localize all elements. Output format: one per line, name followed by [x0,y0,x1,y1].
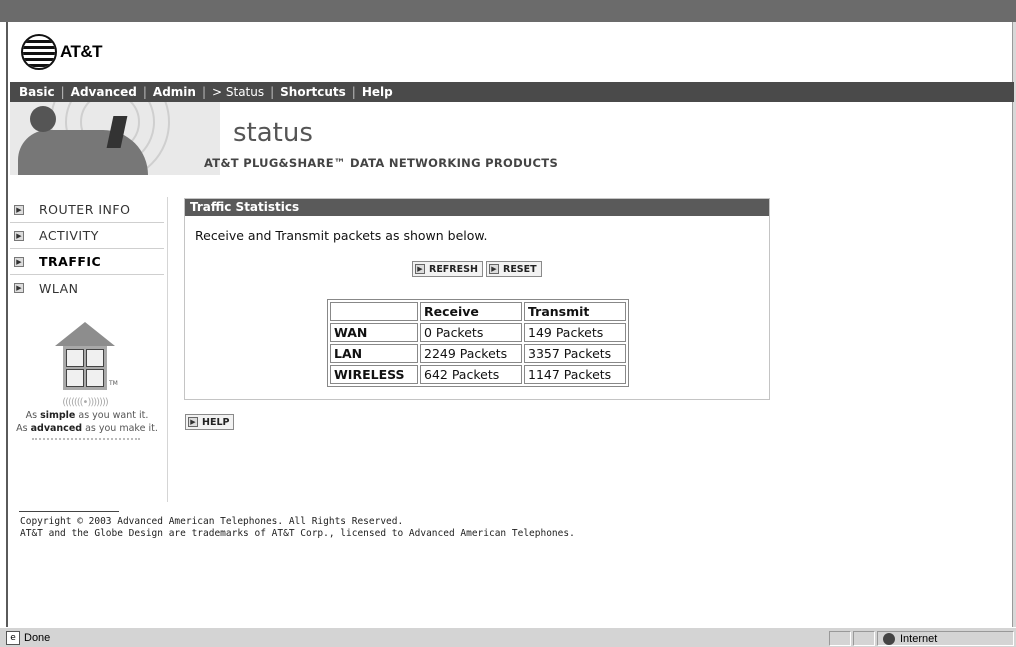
column-header: Transmit [524,302,626,321]
help-button[interactable]: ▶ HELP [185,414,235,430]
column-header: Receive [420,302,522,321]
internet-globe-icon [883,633,895,645]
reset-button[interactable]: ▶ RESET [486,261,542,277]
arrow-right-icon: ▶ [14,204,24,215]
panel-header: Traffic Statistics [185,199,769,216]
arrow-right-icon: ▶ [14,283,24,293]
sidebar-item-label: ACTIVITY [39,228,99,243]
status-text: Done [24,631,51,644]
sidebar-item-label: WLAN [39,280,79,296]
sidebar: ▶ ROUTER INFO ▶ ACTIVITY ▶ TRAFFIC ▶ WLA… [10,197,164,301]
nav-separator: | [142,85,147,99]
transmit-value: 149 Packets [524,323,626,342]
page-icon: e [6,630,20,645]
window-frame-left [0,22,8,627]
traffic-table: Receive Transmit WAN 0 Packets 149 Packe… [327,299,629,387]
table-header-row: Receive Transmit [330,302,626,321]
arrow-right-icon: ▶ [14,256,24,267]
nav-help[interactable]: Help [362,85,393,99]
logo-text: AT&T [60,42,103,61]
column-header [330,302,418,321]
receive-value: 642 Packets [420,365,522,384]
browser-status-bar: e Done Internet [0,627,1016,647]
tagline-simple: As simple as you want it. [25,410,149,421]
nav-separator: | [270,85,275,99]
decorative-dots [32,438,140,440]
row-label: WIRELESS [330,365,418,384]
arrow-right-icon: ▶ [489,264,499,274]
trademark-text: AT&T and the Globe Design are trademarks… [20,528,575,539]
refresh-button[interactable]: ▶ REFRESH [412,261,483,277]
table-row: WIRELESS 642 Packets 1147 Packets [330,365,626,384]
table-row: LAN 2249 Packets 3357 Packets [330,344,626,363]
nav-shortcuts[interactable]: Shortcuts [280,85,346,99]
att-logo: AT&T [21,34,103,70]
nav-basic[interactable]: Basic [19,85,55,99]
status-pane [829,631,851,646]
row-label: LAN [330,344,418,363]
banner-photo [10,102,220,175]
tagline-advanced: As advanced as you make it. [16,423,158,434]
nav-advanced[interactable]: Advanced [71,85,137,99]
security-zone-pane: Internet [877,631,1014,646]
transmit-value: 3357 Packets [524,344,626,363]
arrow-right-icon: ▶ [415,264,425,274]
sidebar-item-router-info[interactable]: ▶ ROUTER INFO [10,197,164,223]
nav-separator: | [201,85,206,99]
sidebar-item-wlan[interactable]: ▶ WLAN [10,275,164,301]
nav-separator: | [351,85,356,99]
page-title: status [233,118,313,148]
copyright-text: Copyright © 2003 Advanced American Telep… [20,516,404,527]
panel-description: Receive and Transmit packets as shown be… [195,228,488,243]
trademark-mark: TM [109,380,118,387]
row-label: WAN [330,323,418,342]
arrow-right-icon: ▶ [14,230,24,241]
wireless-signal-icon: (((((((•))))))) [62,397,109,408]
globe-icon [21,34,57,70]
house-icon [55,322,115,392]
receive-value: 2249 Packets [420,344,522,363]
sidebar-item-activity[interactable]: ▶ ACTIVITY [10,223,164,249]
traffic-statistics-panel: Traffic Statistics Receive and Transmit … [184,198,770,400]
product-line: AT&T PLUG&SHARE™ DATA NETWORKING PRODUCT… [204,156,559,170]
sidebar-divider [167,197,168,502]
status-pane [853,631,875,646]
nav-status[interactable]: > Status [212,85,264,99]
zone-label: Internet [900,633,938,645]
receive-value: 0 Packets [420,323,522,342]
arrow-right-icon: ▶ [188,417,198,427]
sidebar-item-traffic[interactable]: ▶ TRAFFIC [10,249,164,275]
window-scrollbar[interactable] [1012,22,1016,627]
nav-separator: | [60,85,65,99]
transmit-value: 1147 Packets [524,365,626,384]
nav-admin[interactable]: Admin [153,85,196,99]
sidebar-item-label: TRAFFIC [39,254,102,269]
sidebar-item-label: ROUTER INFO [39,202,131,217]
footer-divider [19,511,119,512]
top-nav: Basic | Advanced | Admin | > Status | Sh… [10,82,1014,102]
table-row: WAN 0 Packets 149 Packets [330,323,626,342]
window-title-strip [0,0,1016,22]
